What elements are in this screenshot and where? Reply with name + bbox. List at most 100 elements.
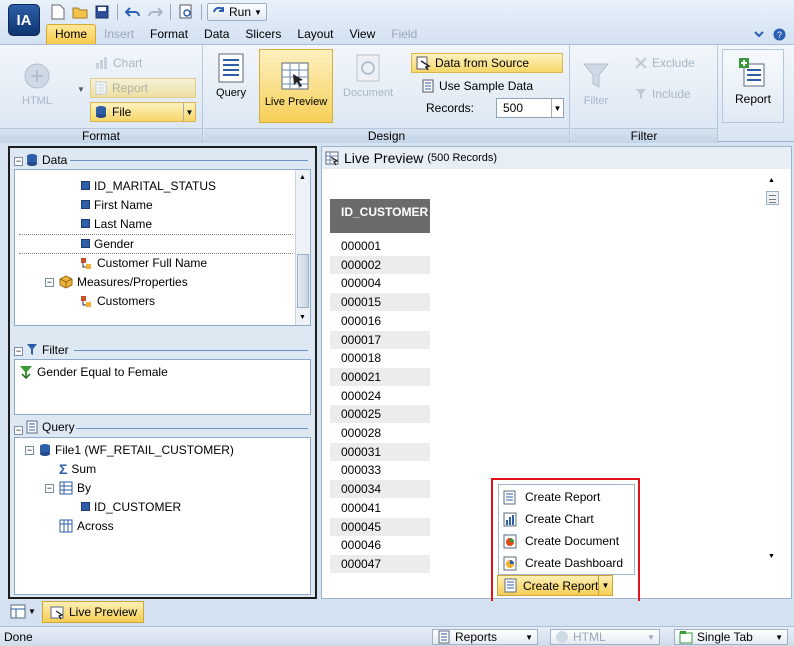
- exclude-button[interactable]: Exclude: [631, 53, 698, 73]
- tab-slicers[interactable]: Slicers: [237, 25, 289, 44]
- help-icon[interactable]: ?: [773, 28, 786, 41]
- tree-item-across[interactable]: Across: [59, 516, 114, 535]
- collapse-by-toggle[interactable]: −: [45, 484, 54, 493]
- collapse-filter-toggle[interactable]: −: [14, 347, 23, 356]
- tree-item-first-name[interactable]: First Name: [81, 195, 153, 214]
- redo-icon[interactable]: [145, 3, 165, 21]
- collapse-file1-toggle[interactable]: −: [25, 446, 34, 455]
- html-output-dropdown[interactable]: HTML ▼: [550, 629, 660, 645]
- live-preview-header: Live Preview (500 Records): [322, 147, 791, 169]
- new-file-icon[interactable]: [48, 3, 68, 21]
- save-icon[interactable]: [92, 3, 112, 21]
- query-icon: [214, 51, 248, 85]
- scroll-thumb[interactable]: [766, 191, 779, 205]
- tab-live-preview[interactable]: Live Preview: [42, 601, 145, 623]
- create-report-button[interactable]: Create Report ▼: [497, 575, 613, 596]
- table-row[interactable]: 000041: [330, 499, 430, 517]
- database-icon: [40, 443, 50, 456]
- chevron-down-icon: ▼: [28, 607, 36, 616]
- table-row[interactable]: 000015: [330, 293, 430, 312]
- sample-data-icon: [422, 79, 434, 93]
- filter-button[interactable]: Filter: [571, 59, 621, 107]
- include-button[interactable]: Include: [631, 84, 694, 104]
- collapse-data-toggle[interactable]: −: [14, 157, 23, 166]
- records-dropdown[interactable]: 500 ▼: [496, 98, 564, 118]
- tree-item-id-customer[interactable]: ID_CUSTOMER: [81, 497, 181, 516]
- table-row[interactable]: 000045: [330, 517, 430, 536]
- filter-item-gender[interactable]: Gender Equal to Female: [19, 362, 168, 381]
- tree-item-id-marital-status[interactable]: ID_MARITAL_STATUS: [81, 176, 216, 195]
- html-dropdown-arrow[interactable]: ▼: [77, 85, 85, 94]
- live-preview-button[interactable]: Live Preview: [259, 49, 333, 123]
- data-from-source-button[interactable]: Data from Source: [411, 53, 563, 73]
- tab-data[interactable]: Data: [196, 25, 237, 44]
- data-tree: ID_MARITAL_STATUS First Name Last Name G…: [14, 169, 311, 326]
- table-row[interactable]: 000016: [330, 312, 430, 330]
- table-row[interactable]: 000031: [330, 442, 430, 461]
- tree-focus-top: [19, 234, 293, 235]
- tab-layout[interactable]: Layout: [289, 25, 341, 44]
- table-row[interactable]: 000017: [330, 330, 430, 349]
- database-icon: [27, 154, 37, 166]
- scroll-up-icon[interactable]: ▲: [299, 174, 306, 181]
- scroll-down-icon[interactable]: ▼: [299, 314, 306, 321]
- html-button[interactable]: HTML: [12, 59, 62, 107]
- tab-insert[interactable]: Insert: [96, 25, 142, 44]
- single-tab-dropdown[interactable]: Single Tab ▼: [674, 629, 788, 645]
- tab-format[interactable]: Format: [142, 25, 196, 44]
- chart-button[interactable]: Chart: [92, 53, 145, 73]
- table-row[interactable]: 000002: [330, 255, 430, 274]
- layout-switch-button[interactable]: ▼: [10, 604, 36, 619]
- use-sample-data-button[interactable]: Use Sample Data: [418, 76, 536, 96]
- menu-item-create-chart[interactable]: Create Chart: [503, 509, 594, 529]
- table-row[interactable]: 000034: [330, 480, 430, 499]
- collapse-measures-toggle[interactable]: −: [45, 278, 54, 287]
- file-format-dropdown[interactable]: File ▼: [90, 102, 196, 122]
- tab-home[interactable]: Home: [46, 24, 97, 44]
- menu-item-create-dashboard[interactable]: Create Dashboard: [503, 553, 623, 573]
- collapse-query-toggle[interactable]: −: [14, 426, 23, 435]
- menu-item-create-report[interactable]: Create Report: [503, 487, 600, 507]
- scroll-up-icon[interactable]: ▲: [768, 177, 775, 184]
- table-row[interactable]: 000021: [330, 367, 430, 386]
- tree-item-sum[interactable]: Σ Sum: [59, 459, 96, 478]
- table-row[interactable]: 000025: [330, 405, 430, 424]
- tree-item-customers[interactable]: Customers: [79, 291, 155, 310]
- ribbon-minimize-icon[interactable]: [753, 28, 765, 40]
- tab-field[interactable]: Field: [383, 25, 425, 44]
- report-format-button[interactable]: Report: [90, 78, 196, 98]
- table-row[interactable]: 000024: [330, 387, 430, 405]
- data-tree-scrollbar[interactable]: ▲ ▼: [295, 170, 310, 325]
- open-folder-icon[interactable]: [70, 3, 90, 21]
- run-button[interactable]: Run ▼: [207, 3, 267, 21]
- table-row[interactable]: 000047: [330, 554, 430, 573]
- menu-item-create-document[interactable]: Create Document: [503, 531, 619, 551]
- tree-item-file1[interactable]: File1 (WF_RETAIL_CUSTOMER): [39, 440, 234, 459]
- undo-icon[interactable]: [123, 3, 143, 21]
- table-row[interactable]: 000001: [330, 237, 430, 255]
- print-preview-icon[interactable]: [176, 3, 196, 21]
- document-button[interactable]: Document: [343, 51, 393, 99]
- app-logo[interactable]: IA: [8, 4, 40, 36]
- table-row[interactable]: 000028: [330, 424, 430, 442]
- field-icon: [81, 181, 90, 190]
- table-row[interactable]: 000018: [330, 349, 430, 367]
- tab-view[interactable]: View: [341, 25, 383, 44]
- exclude-icon: [635, 57, 647, 69]
- table-row[interactable]: 000033: [330, 461, 430, 479]
- report-button[interactable]: Report: [722, 49, 784, 123]
- create-dropdown-arrow[interactable]: ▼: [598, 576, 612, 595]
- query-button[interactable]: Query: [206, 51, 256, 99]
- table-row[interactable]: 000046: [330, 536, 430, 554]
- preview-scrollbar[interactable]: ▲ ▼: [766, 177, 780, 567]
- tree-item-gender[interactable]: Gender: [81, 234, 134, 253]
- tree-item-measures-properties[interactable]: Measures/Properties: [59, 272, 188, 291]
- tree-item-customer-full-name[interactable]: Customer Full Name: [79, 253, 207, 272]
- scroll-down-icon[interactable]: ▼: [768, 553, 775, 560]
- table-row[interactable]: 000004: [330, 274, 430, 292]
- scroll-thumb[interactable]: [297, 254, 309, 308]
- reports-dropdown[interactable]: Reports ▼: [432, 629, 538, 645]
- tree-item-by[interactable]: By: [59, 478, 91, 497]
- column-header-id-customer[interactable]: ID_CUSTOMER: [330, 199, 430, 233]
- tree-item-last-name[interactable]: Last Name: [81, 214, 152, 233]
